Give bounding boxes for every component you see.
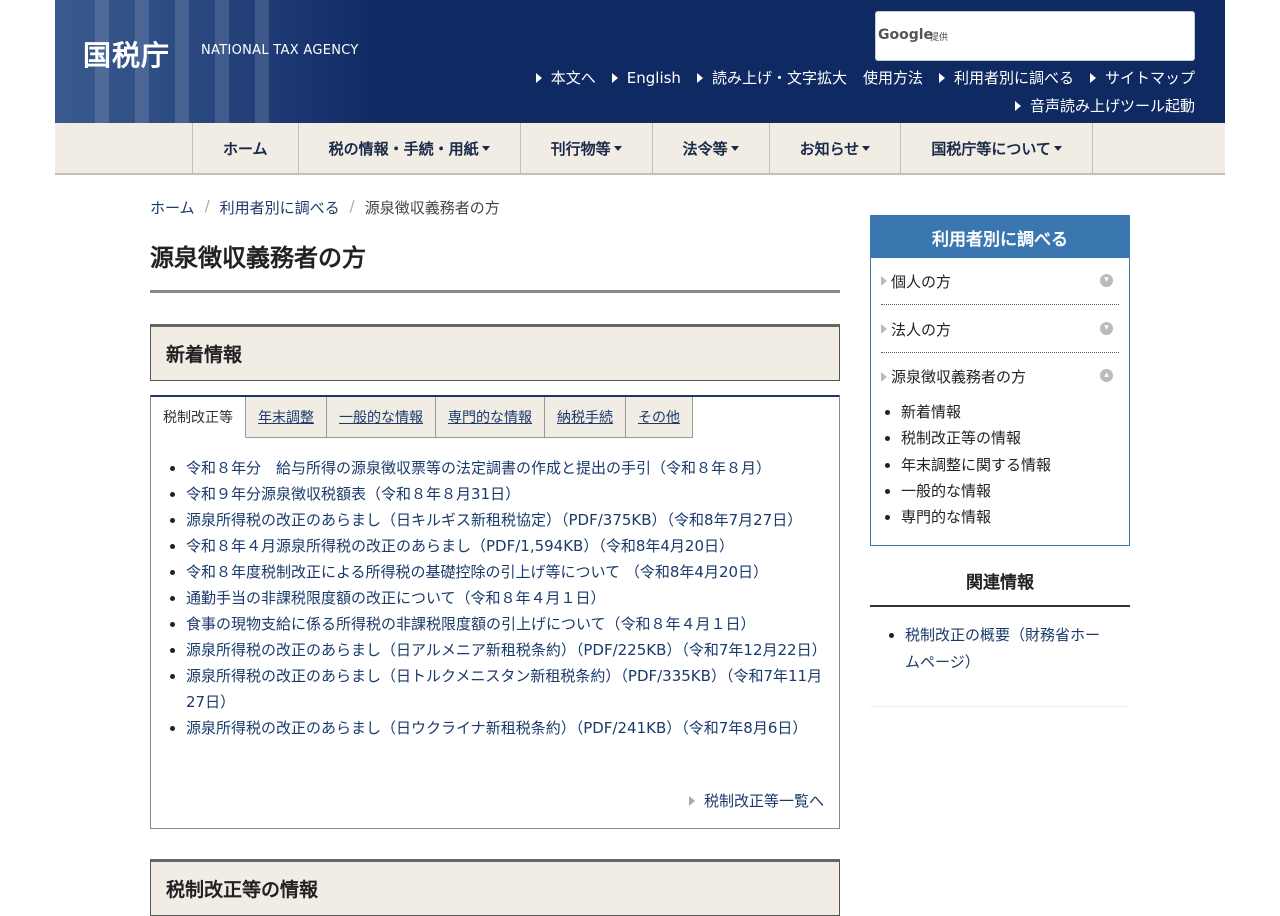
google-brand-label: Google xyxy=(878,27,934,43)
news-link[interactable]: 食事の現物支給に係る所得税の非課税限度額の引上げについて（令和８年４月１日） xyxy=(186,615,756,633)
site-logo[interactable]: 国税庁 xyxy=(83,34,170,74)
sidebar-item-individual[interactable]: 個人の方 ▾ xyxy=(881,258,1119,305)
related-bottom-divider xyxy=(870,706,1130,707)
caret-down-icon xyxy=(862,145,871,151)
list-item: 税制改正の概要（財務省ホームページ） xyxy=(905,622,1105,676)
list-item[interactable]: 一般的な情報 xyxy=(901,478,1051,504)
circle-down-icon: ▾ xyxy=(1100,274,1113,287)
triangle-right-icon xyxy=(881,276,887,286)
list-item: 令和９年分源泉徴収税額表（令和８年８月31日） xyxy=(186,481,826,507)
news-link[interactable]: 源泉所得税の改正のあらまし（日ウクライナ新租税条約）（PDF/241KB）（令和… xyxy=(186,719,807,737)
triangle-right-icon xyxy=(1089,72,1096,83)
nav-laws[interactable]: 法令等 xyxy=(653,123,770,173)
related-list: 税制改正の概要（財務省ホームページ） xyxy=(905,622,1105,676)
tab-general[interactable]: 一般的な情報 xyxy=(327,397,436,438)
triangle-right-icon xyxy=(1014,100,1021,111)
list-item: 源泉所得税の改正のあらまし（日ウクライナ新租税条約）（PDF/241KB）（令和… xyxy=(186,715,826,741)
circle-down-icon: ▾ xyxy=(1100,322,1113,335)
list-item: 令和８年度税制改正による所得税の基礎控除の引上げ等について （令和8年4月20日… xyxy=(186,559,826,585)
util-link-voice-tool[interactable]: 音声読み上げツール起動 xyxy=(1014,95,1195,116)
utility-links: 本文へ English 読み上げ・文字拡大 使用方法 利用者別に調べる サイトマ… xyxy=(535,67,1195,88)
triangle-right-icon xyxy=(688,795,695,806)
tab-specialized[interactable]: 専門的な情報 xyxy=(436,397,545,438)
news-link[interactable]: 令和８年４月源泉所得税の改正のあらまし（PDF/1,594KB）（令和8年4月2… xyxy=(186,537,734,555)
tax-reform-heading: 税制改正等の情報 xyxy=(150,859,840,916)
list-item: 通勤手当の非課税限度額の改正について（令和８年４月１日） xyxy=(186,585,826,611)
nav-tax-info[interactable]: 税の情報・手続・用紙 xyxy=(299,123,521,173)
list-item: 源泉所得税の改正のあらまし（日アルメニア新租税条約）（PDF/225KB）（令和… xyxy=(186,637,827,663)
tab-tax-reform[interactable]: 税制改正等 xyxy=(151,397,246,438)
nav-about[interactable]: 国税庁等について xyxy=(901,123,1093,173)
list-item: 源泉所得税の改正のあらまし（日トルクメニスタン新租税条約）（PDF/335KB）… xyxy=(186,663,826,715)
site-search-input[interactable]: Google 提供 xyxy=(875,11,1195,61)
related-heading: 関連情報 xyxy=(966,573,1034,593)
agency-name-en: NATIONAL TAX AGENCY xyxy=(201,43,359,58)
triangle-right-icon xyxy=(881,371,887,382)
caret-down-icon xyxy=(1053,145,1062,151)
caret-down-icon xyxy=(481,145,490,151)
sidebar-heading: 利用者別に調べる xyxy=(871,216,1129,258)
list-item: 源泉所得税の改正のあらまし（日キルギス新租税協定）（PDF/375KB）（令和8… xyxy=(186,507,826,533)
news-link[interactable]: 令和８年分 給与所得の源泉徴収票等の法定調書の作成と提出の手引（令和８年８月） xyxy=(186,459,771,477)
news-link[interactable]: 源泉所得税の改正のあらまし（日アルメニア新租税条約）（PDF/225KB）（令和… xyxy=(186,641,827,659)
news-link[interactable]: 源泉所得税の改正のあらまし（日トルクメニスタン新租税条約）（PDF/335KB）… xyxy=(186,667,822,711)
page-title: 源泉徴収義務者の方 xyxy=(150,244,366,272)
list-item: 令和８年分 給与所得の源泉徴収票等の法定調書の作成と提出の手引（令和８年８月） xyxy=(186,455,826,481)
news-link[interactable]: 令和９年分源泉徴収税額表（令和８年８月31日） xyxy=(186,485,520,503)
tab-year-end[interactable]: 年末調整 xyxy=(246,397,327,438)
util-link-by-user[interactable]: 利用者別に調べる xyxy=(938,67,1074,88)
triangle-right-icon xyxy=(938,72,945,83)
caret-down-icon xyxy=(730,145,739,151)
breadcrumb-by-user[interactable]: 利用者別に調べる xyxy=(220,197,340,218)
list-item: 令和８年４月源泉所得税の改正のあらまし（PDF/1,594KB）（令和8年4月2… xyxy=(186,533,826,559)
breadcrumb: ホーム / 利用者別に調べる / 源泉徴収義務者の方 xyxy=(150,197,500,218)
news-link[interactable]: 源泉所得税の改正のあらまし（日キルギス新租税協定）（PDF/375KB）（令和8… xyxy=(186,511,802,529)
list-item[interactable]: 年末調整に関する情報 xyxy=(901,452,1051,478)
nav-notices[interactable]: お知らせ xyxy=(770,123,902,173)
news-list: 令和８年分 給与所得の源泉徴収票等の法定調書の作成と提出の手引（令和８年８月） … xyxy=(186,455,827,741)
news-heading: 新着情報 xyxy=(150,324,840,381)
breadcrumb-home[interactable]: ホーム xyxy=(150,197,195,218)
global-nav: ホーム 税の情報・手続・用紙 刊行物等 法令等 お知らせ 国税庁等について xyxy=(55,123,1225,175)
nav-publications[interactable]: 刊行物等 xyxy=(521,123,653,173)
sidebar-by-user: 利用者別に調べる 個人の方 ▾ 法人の方 ▾ 源泉徴収義務者の方 ▴ 新着情報 … xyxy=(870,215,1130,546)
sidebar-item-corporation[interactable]: 法人の方 ▾ xyxy=(881,306,1119,353)
title-divider xyxy=(150,290,840,293)
util-link-usage[interactable]: 使用方法 xyxy=(863,67,923,88)
triangle-right-icon xyxy=(881,324,887,334)
util-link-english[interactable]: English xyxy=(611,67,681,88)
news-link[interactable]: 通勤手当の非課税限度額の改正について（令和８年４月１日） xyxy=(186,589,606,607)
caret-down-icon xyxy=(613,145,622,151)
util-link-text-to-speech[interactable]: 読み上げ・文字拡大 xyxy=(696,67,847,88)
triangle-right-icon xyxy=(535,72,542,83)
news-panel: 税制改正等 年末調整 一般的な情報 専門的な情報 納税手続 その他 令和８年分 … xyxy=(150,395,840,829)
news-tabs: 税制改正等 年末調整 一般的な情報 専門的な情報 納税手続 その他 xyxy=(151,397,693,438)
breadcrumb-separator: / xyxy=(349,197,355,215)
triangle-right-icon xyxy=(611,72,618,83)
tab-payment[interactable]: 納税手続 xyxy=(545,397,626,438)
tax-reform-list-link[interactable]: 税制改正等一覧へ xyxy=(688,790,824,811)
circle-up-icon: ▴ xyxy=(1100,369,1113,382)
news-link[interactable]: 令和８年度税制改正による所得税の基礎控除の引上げ等について （令和8年4月20日… xyxy=(186,563,768,581)
nav-home[interactable]: ホーム xyxy=(193,123,299,173)
tab-other[interactable]: その他 xyxy=(626,397,693,438)
breadcrumb-current: 源泉徴収義務者の方 xyxy=(364,199,500,217)
breadcrumb-separator: / xyxy=(204,197,210,215)
list-item[interactable]: 税制改正等の情報 xyxy=(901,425,1051,451)
util-link-main-content[interactable]: 本文へ xyxy=(535,67,596,88)
sidebar-item-withholding[interactable]: 源泉徴収義務者の方 ▴ xyxy=(881,353,1119,400)
related-link-mof[interactable]: 税制改正の概要（財務省ホームページ） xyxy=(905,626,1100,671)
list-item: 食事の現物支給に係る所得税の非課税限度額の引上げについて（令和８年４月１日） xyxy=(186,611,826,637)
site-header: 国税庁 NATIONAL TAX AGENCY Google 提供 本文へ En… xyxy=(55,0,1225,123)
triangle-right-icon xyxy=(696,72,703,83)
util-link-sitemap[interactable]: サイトマップ xyxy=(1089,67,1195,88)
related-divider xyxy=(870,605,1130,607)
list-item[interactable]: 新着情報 xyxy=(901,399,1051,425)
google-provided-label: 提供 xyxy=(930,33,949,43)
list-item[interactable]: 専門的な情報 xyxy=(901,504,1051,530)
sidebar-sub-list: 新着情報 税制改正等の情報 年末調整に関する情報 一般的な情報 専門的な情報 xyxy=(901,399,1051,530)
